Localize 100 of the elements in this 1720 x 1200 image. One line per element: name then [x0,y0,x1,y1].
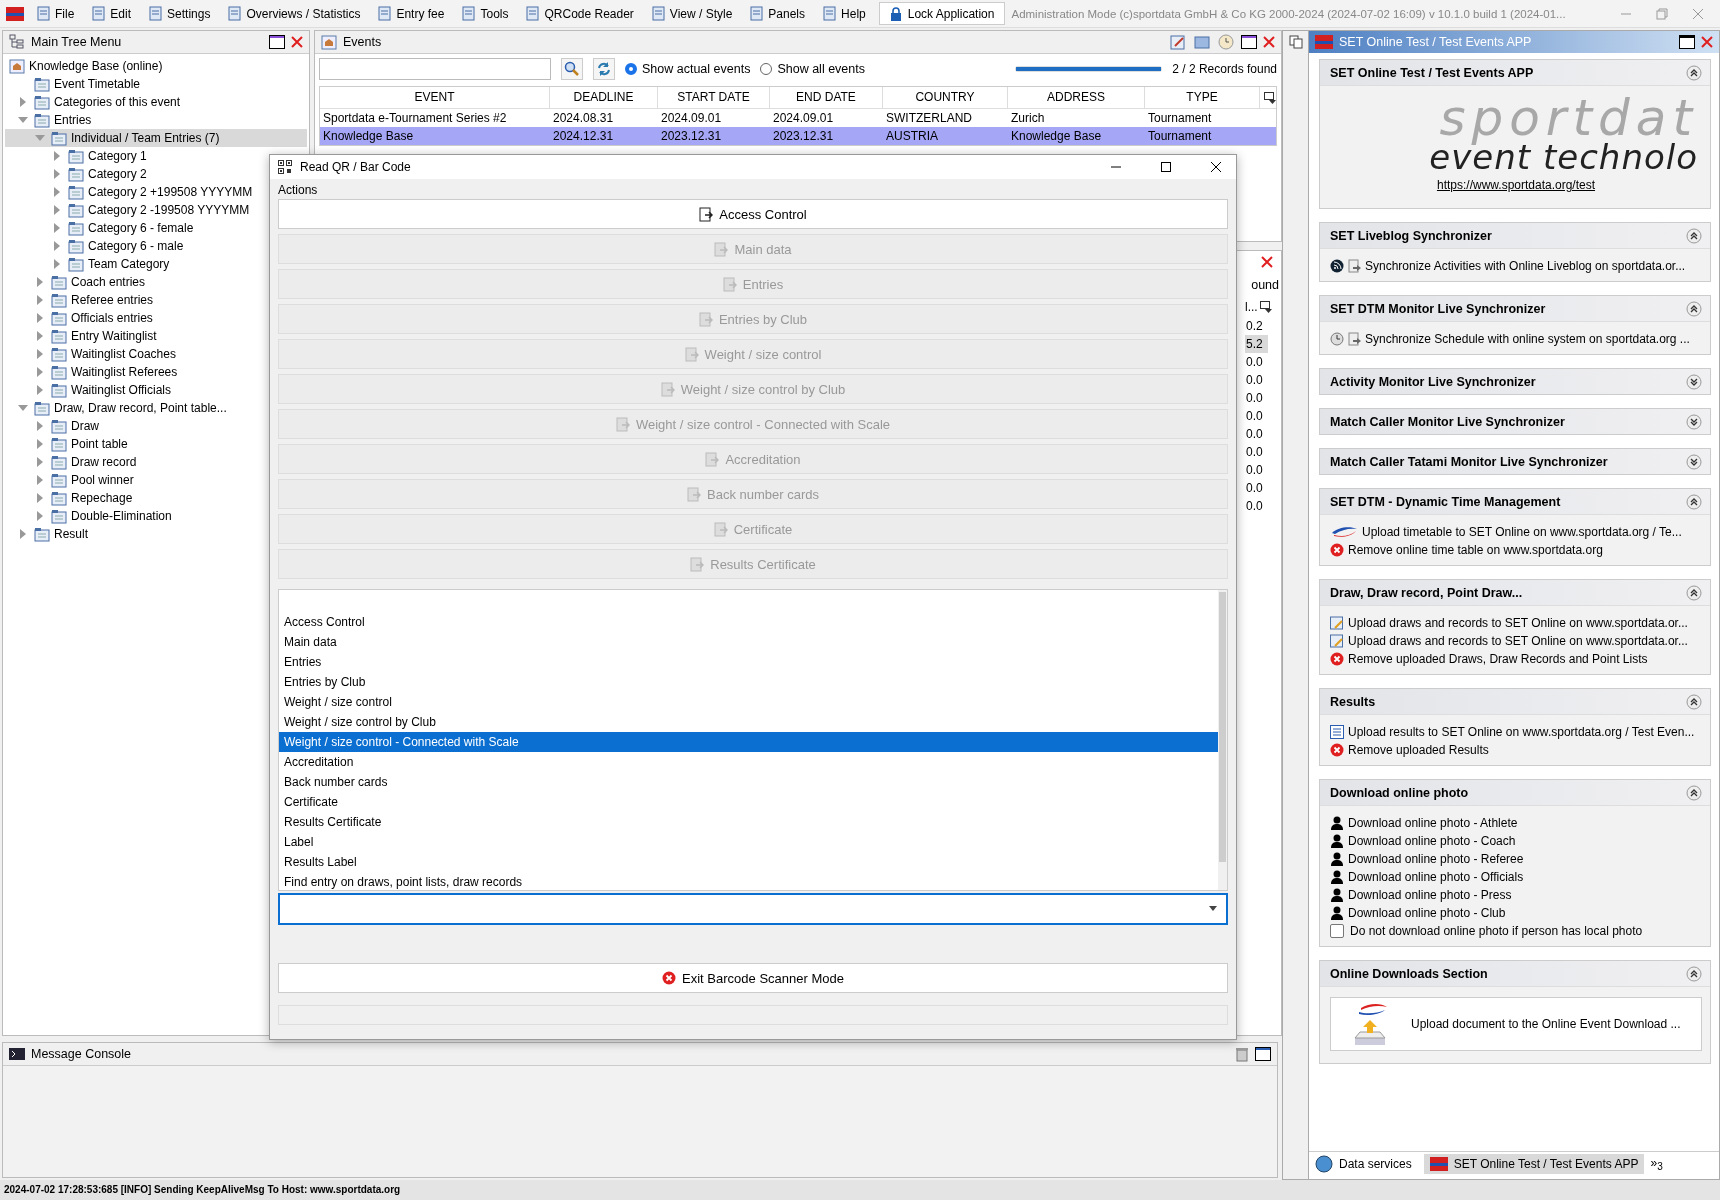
table-row[interactable]: Sportdata e-Tournament Series #2 2024.08.31 2024.09.01 2024.09.01 SWITZERLAND Zurich Tournament [320,109,1276,127]
tree-item[interactable]: Individual / Team Entries (7) [5,129,307,147]
column-header[interactable]: END DATE [770,87,883,108]
tree-item[interactable]: Category 1 [5,147,149,165]
action-item[interactable]: Download online photo - Press [1348,888,1512,902]
menu-item[interactable]: Help [814,6,871,21]
expander-icon[interactable] [52,169,62,179]
tree-item[interactable]: Categories of this event [5,93,183,111]
panel-tab[interactable]: SET Online Test / Test Events APP [1423,1154,1645,1174]
expander-icon[interactable] [35,277,45,287]
action-item[interactable]: Remove uploaded Draws, Draw Records and Point Lists [1348,652,1648,666]
tree-item[interactable]: Entries [5,111,94,129]
expander-icon[interactable] [35,313,45,323]
dropdown-option[interactable]: Access Control [279,612,1218,632]
edit-icon[interactable] [1169,33,1187,51]
tree-item[interactable]: Waitinglist Officials [5,381,174,399]
tree-item[interactable]: Draw, Draw record, Point table... [5,399,229,417]
column-header[interactable]: ADDRESS [1008,87,1145,108]
chevron-icon[interactable] [1686,64,1702,81]
tree-item[interactable]: Entry Waitinglist [5,327,159,345]
tree-item[interactable]: Draw record [5,453,139,471]
expander-icon[interactable] [35,331,45,341]
exit-scanner-button[interactable]: Exit Barcode Scanner Mode [278,963,1228,993]
maximize-icon[interactable] [1255,1047,1271,1061]
section-header[interactable]: Activity Monitor Live Synchronizer [1320,369,1710,394]
chevron-icon[interactable] [1686,784,1702,801]
dropdown-option[interactable]: Weight / size control by Club [279,712,1218,732]
dropdown-option[interactable]: Results Certificate [279,812,1218,832]
website-link[interactable]: https://www.sportdata.org/test [1436,178,1596,192]
caret-icon[interactable] [1208,906,1218,912]
chevron-icon[interactable] [1686,493,1702,510]
checkbox[interactable] [1330,924,1344,938]
column-chooser-icon[interactable] [1259,301,1272,313]
section-header[interactable]: Draw, Draw record, Point Draw... [1320,580,1710,605]
expander-icon[interactable] [35,457,45,467]
action-item[interactable]: Upload draws and records to SET Online on www.sportdata.or... [1348,634,1688,648]
close-icon[interactable] [1210,161,1222,173]
action-item[interactable]: Download online photo - Referee [1348,852,1524,866]
action-item[interactable]: Remove online time table on www.sportdata.org [1348,543,1603,557]
tree-item[interactable]: Point table [5,435,130,453]
combo-field[interactable] [278,893,1228,925]
expander-icon[interactable] [52,259,62,269]
expander-icon[interactable] [18,403,28,413]
tree-item[interactable]: Coach entries [5,273,148,291]
maximize-icon[interactable] [269,35,285,49]
expander-icon[interactable] [52,223,62,233]
dropdown-option[interactable]: Weight / size control - Connected with Scale [279,732,1218,752]
chevron-icon[interactable] [1686,413,1702,430]
tree-item[interactable]: Waitinglist Coaches [5,345,178,363]
maximize-icon[interactable] [1160,161,1172,173]
expander-icon[interactable] [52,205,62,215]
action-item[interactable]: Remove uploaded Results [1348,743,1489,757]
expander-icon[interactable] [35,475,45,485]
dropdown-option[interactable]: Main data [279,632,1218,652]
scrollbar[interactable] [1218,590,1227,890]
tree-item[interactable]: Double-Elimination [5,507,174,525]
chevron-icon[interactable] [1686,693,1702,710]
action-item[interactable]: Do not download online photo if person has local photo [1350,924,1643,938]
lock-application-button[interactable]: Lock Application [878,2,1006,25]
chevron-icon[interactable] [1686,453,1702,470]
column-header[interactable]: l... [1245,300,1258,314]
tree-item[interactable]: Category 6 - female [5,219,196,237]
maximize-icon[interactable] [1679,35,1695,49]
chevron-icon[interactable] [1686,584,1702,601]
menu-item[interactable]: Overviews / Statistics [219,6,366,21]
expander-icon[interactable] [35,367,45,377]
tree-item[interactable]: Pool winner [5,471,136,489]
action-item[interactable]: Download online photo - Officials [1348,870,1524,884]
chevron-icon[interactable] [1686,373,1702,390]
menu-item[interactable]: Settings [140,6,216,21]
section-header[interactable]: SET DTM Monitor Live Synchronizer [1320,296,1710,321]
action-item[interactable]: Upload results to SET Online on www.sportdata.org / Test Even... [1348,725,1695,739]
menu-item[interactable]: File [28,6,80,21]
upload-card[interactable]: Upload document to the Online Event Download ... [1330,997,1702,1051]
search-field[interactable] [319,58,551,80]
radio-option[interactable]: Show all events [760,62,865,76]
radio-option[interactable]: Show actual events [625,62,751,76]
section-header[interactable]: Online Downloads Section [1320,961,1710,986]
expander-icon[interactable] [18,115,28,125]
expander-icon[interactable] [18,529,28,539]
dropdown-option[interactable]: Results Label [279,852,1218,872]
dropdown-option[interactable]: Certificate [279,792,1218,812]
chevron-icon[interactable] [1686,965,1702,982]
action-item[interactable]: Upload timetable to SET Online on www.sportdata.org / Te... [1362,525,1682,539]
menu-item[interactable]: Entry fee [369,6,450,21]
windows-icon[interactable] [1289,35,1303,49]
tree-item[interactable]: Category 2 -199508 YYYYMM [5,201,252,219]
chevron-icon[interactable] [1686,300,1702,317]
tree-item[interactable]: Event Timetable [5,75,143,93]
menu-item[interactable]: Tools [453,6,514,21]
menu-item[interactable]: View / Style [642,6,738,21]
column-header[interactable]: START DATE [658,87,770,108]
tree-item[interactable]: Knowledge Base (online) [5,57,165,75]
dropdown-option[interactable]: Find entry on draws, point lists, draw records [279,872,1218,892]
dropdown-option[interactable]: Accreditation [279,752,1218,772]
action-item[interactable]: Download online photo - Club [1348,906,1506,920]
panel-tab[interactable]: Data services [1309,1153,1418,1175]
dropdown-option[interactable]: Back number cards [279,772,1218,792]
tree-item[interactable]: Result [5,525,90,543]
tree-item[interactable]: Waitinglist Referees [5,363,180,381]
